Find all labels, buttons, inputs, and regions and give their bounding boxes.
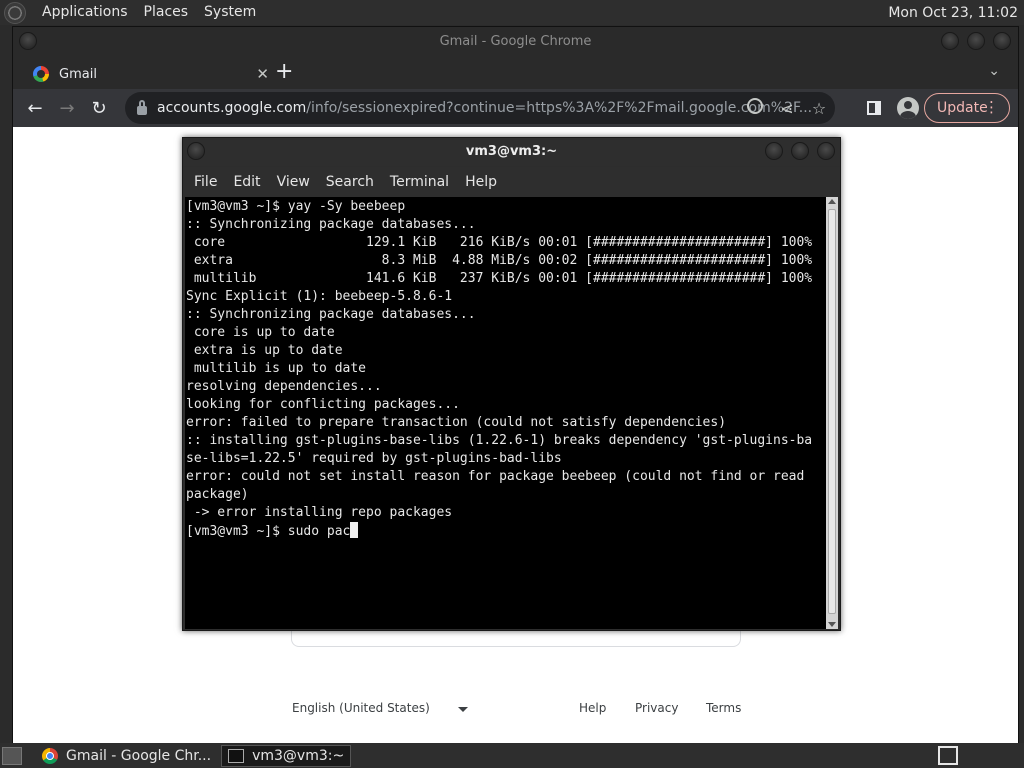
taskbar-item-terminal[interactable]: vm3@vm3:~ [221,744,352,767]
terminal-maximize-icon[interactable] [791,142,809,160]
lock-icon[interactable] [137,99,147,115]
chrome-menu-icon[interactable]: ⋮ [984,98,999,116]
terminal-line: se-libs=1.22.5' required by gst-plugins-… [186,451,562,466]
help-link[interactable]: Help [579,701,606,715]
bookmark-star-icon[interactable]: ☆ [803,99,835,118]
taskbar-label-terminal: vm3@vm3:~ [252,747,345,764]
language-selector[interactable]: English (United States) [292,701,430,715]
google-favicon-icon [33,66,49,82]
terminal-icon [228,748,245,763]
taskbar-item-chrome[interactable]: Gmail - Google Chr... [36,745,217,767]
taskbar-label-chrome: Gmail - Google Chr... [66,747,212,764]
terminal-line: :: Synchronizing package databases... [186,307,476,322]
clock[interactable]: Mon Oct 23, 11:02 [888,5,1024,21]
terminal-output[interactable]: [vm3@vm3 ~]$ yay -Sy beebeep:: Synchroni… [185,197,827,629]
forward-icon[interactable]: → [51,92,83,124]
scroll-down-icon[interactable] [828,622,836,627]
distro-logo-icon[interactable] [4,1,26,24]
terminal-titlebar[interactable]: vm3@vm3:~ [183,138,840,166]
scroll-up-icon[interactable] [828,199,836,204]
terminal-minimize-icon[interactable] [765,142,783,160]
terminal-line: core 129.1 KiB 216 KiB/s 00:01 [########… [186,235,813,250]
profile-avatar-icon[interactable] [897,97,919,119]
terms-link[interactable]: Terms [706,701,741,715]
applications-menu[interactable]: Applications [34,0,136,25]
side-panel-icon[interactable] [867,101,881,115]
system-menu[interactable]: System [196,0,264,25]
url-host: accounts.google.com [157,100,307,116]
terminal-line: :: installing gst-plugins-base-libs (1.2… [186,433,813,448]
update-label: Update [937,100,988,116]
terminal-line: -> error installing repo packages [186,505,453,520]
terminal-prompt-text: [vm3@vm3 ~]$ sudo pac [186,524,351,539]
terminal-line: looking for conflicting packages... [186,397,460,412]
tab-title: Gmail [59,66,97,82]
tab-gmail[interactable]: Gmail ✕ [21,59,269,89]
chrome-titlebar[interactable]: Gmail - Google Chrome [13,27,1018,57]
terminal-line: resolving dependencies... [186,379,382,394]
new-tab-icon[interactable]: + [275,61,293,83]
update-button[interactable]: Update ⋮ [924,93,1010,123]
terminal-line: extra is up to date [186,343,343,358]
terminal-line: core is up to date [186,325,335,340]
address-bar[interactable]: accounts.google.com /info/sessionexpired… [125,92,835,124]
menu-terminal[interactable]: Terminal [382,174,457,190]
scrollbar-thumb[interactable] [828,209,836,614]
terminal-close-icon[interactable] [817,142,835,160]
terminal-line: error: could not set install reason for … [186,469,805,484]
privacy-link[interactable]: Privacy [635,701,678,715]
chrome-window-title: Gmail - Google Chrome [439,34,592,49]
top-panel: Applications Places System Mon Oct 23, 1… [0,0,1024,25]
terminal-title: vm3@vm3:~ [465,144,558,159]
terminal-scrollbar[interactable] [826,197,838,629]
terminal-line: multilib is up to date [186,361,367,376]
maximize-icon[interactable] [967,32,985,50]
back-icon[interactable]: ← [19,92,51,124]
terminal-line: :: Synchronizing package databases... [186,217,476,232]
menu-edit[interactable]: Edit [225,174,268,190]
menu-help[interactable]: Help [457,174,505,190]
terminal-line: extra 8.3 MiB 4.88 MiB/s 00:02 [########… [186,253,813,268]
chrome-icon [42,747,58,764]
text-cursor [350,522,359,538]
terminal-prompt-line: [vm3@vm3 ~]$ sudo pac [186,522,812,541]
terminal-line: error: failed to prepare transaction (co… [186,415,727,430]
share-icon[interactable]: ⋖ [771,99,803,118]
terminal-line: multilib 141.6 KiB 237 KiB/s 00:01 [####… [186,271,813,286]
language-dropdown-icon[interactable] [458,707,468,712]
terminal-line: [vm3@vm3 ~]$ yay -Sy beebeep [186,199,406,214]
minimize-icon[interactable] [941,32,959,50]
menu-view[interactable]: View [269,174,318,190]
close-window-icon[interactable] [993,32,1011,50]
workspace-switcher-icon[interactable] [938,746,958,765]
terminal-line: Sync Explicit (1): beebeep-5.8.6-1 [186,289,453,304]
terminal-line: package) [186,487,249,502]
terminal-menubar: File Edit View Search Terminal Help [183,167,840,197]
bottom-taskbar: Gmail - Google Chr... vm3@vm3:~ [0,743,1024,768]
reload-icon[interactable]: ↻ [83,92,115,124]
browser-toolbar: ← → ↻ accounts.google.com /info/sessione… [13,89,1018,127]
google-lens-icon[interactable] [739,98,771,118]
terminal-window: vm3@vm3:~ File Edit View Search Terminal… [182,137,841,631]
menu-file[interactable]: File [186,174,225,190]
tab-search-chevron-icon[interactable]: ⌄ [988,63,1000,79]
show-desktop-icon[interactable] [2,746,22,765]
menu-search[interactable]: Search [318,174,382,190]
terminal-text: [vm3@vm3 ~]$ yay -Sy beebeep:: Synchroni… [186,198,812,541]
places-menu[interactable]: Places [136,0,197,25]
close-tab-icon[interactable]: ✕ [256,65,269,83]
url-path: /info/sessionexpired?continue=https%3A%2… [306,100,813,116]
